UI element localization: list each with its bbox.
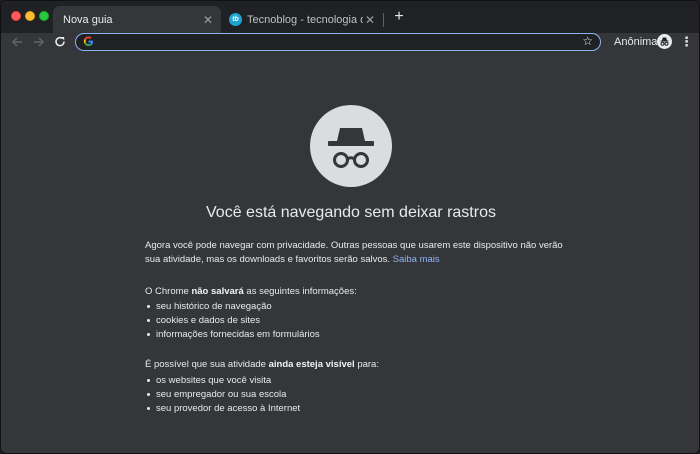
list-item: os websites que você visita: [146, 374, 300, 388]
tab-tecnoblog[interactable]: tb Tecnoblog - tecnologia que interessa …: [223, 6, 383, 33]
tab-title: Nova guia: [63, 13, 113, 26]
not-saved-prefix: O Chrome: [145, 286, 192, 297]
reload-icon[interactable]: [52, 33, 68, 51]
tecnoblog-favicon-icon: tb: [229, 13, 242, 26]
incognito-icon: [310, 105, 392, 187]
three-dots-menu-icon[interactable]: ⋮: [680, 34, 693, 50]
still-visible-heading: É possível que sua atividade ainda estej…: [145, 358, 565, 372]
address-bar[interactable]: ☆: [75, 33, 601, 51]
not-saved-list: seu histórico de navegação cookies e dad…: [145, 300, 320, 342]
list-item: seu empregador ou sua escola: [146, 388, 300, 402]
visible-emphasis: ainda esteja visível: [268, 359, 355, 370]
tab-strip: Nova guia ✕ tb Tecnoblog - tecnologia qu…: [1, 1, 699, 33]
profile-label[interactable]: Anônima: [614, 36, 657, 48]
back-arrow-icon[interactable]: [9, 33, 25, 51]
new-tab-button[interactable]: +: [391, 9, 407, 25]
star-icon[interactable]: ☆: [582, 34, 593, 49]
close-icon[interactable]: ✕: [201, 13, 215, 27]
incognito-avatar-icon[interactable]: [657, 34, 672, 49]
toolbar: ☆ Anônima ⋮: [1, 33, 699, 53]
intro-text: Agora você pode navegar com privacidade.…: [145, 240, 563, 265]
window-maximize-button[interactable]: [39, 11, 49, 21]
list-item: cookies e dados de sites: [147, 314, 320, 328]
still-visible-list: os websites que você visita seu empregad…: [145, 374, 300, 416]
window-close-button[interactable]: [11, 11, 21, 21]
list-item: seu histórico de navegação: [147, 300, 320, 314]
tab-title: Tecnoblog - tecnologia que interessa: [247, 13, 363, 26]
close-icon[interactable]: ✕: [363, 13, 377, 27]
intro-paragraph: Agora você pode navegar com privacidade.…: [145, 239, 565, 267]
list-item: seu provedor de acesso à Internet: [146, 403, 301, 414]
window-minimize-button[interactable]: [25, 11, 35, 21]
forward-arrow-icon[interactable]: [31, 33, 47, 51]
google-g-icon: [83, 36, 94, 47]
visible-prefix: É possível que sua atividade: [145, 359, 269, 370]
browser-window: Nova guia ✕ tb Tecnoblog - tecnologia qu…: [0, 0, 700, 454]
incognito-page: Você está navegando sem deixar rastros A…: [1, 55, 699, 453]
not-saved-emphasis: não salvará: [191, 286, 244, 297]
not-saved-suffix: as seguintes informações:: [243, 286, 357, 297]
learn-more-link[interactable]: Saiba mais: [393, 254, 440, 265]
address-input[interactable]: [100, 35, 570, 48]
tab-new-tab[interactable]: Nova guia ✕: [53, 6, 221, 33]
visible-suffix: para:: [354, 359, 379, 370]
list-item: informações fornecidas em formulários: [147, 329, 320, 340]
not-saved-heading: O Chrome não salvará as seguintes inform…: [145, 285, 565, 299]
page-title: Você está navegando sem deixar rastros: [206, 204, 496, 221]
tab-separator: [383, 13, 384, 27]
